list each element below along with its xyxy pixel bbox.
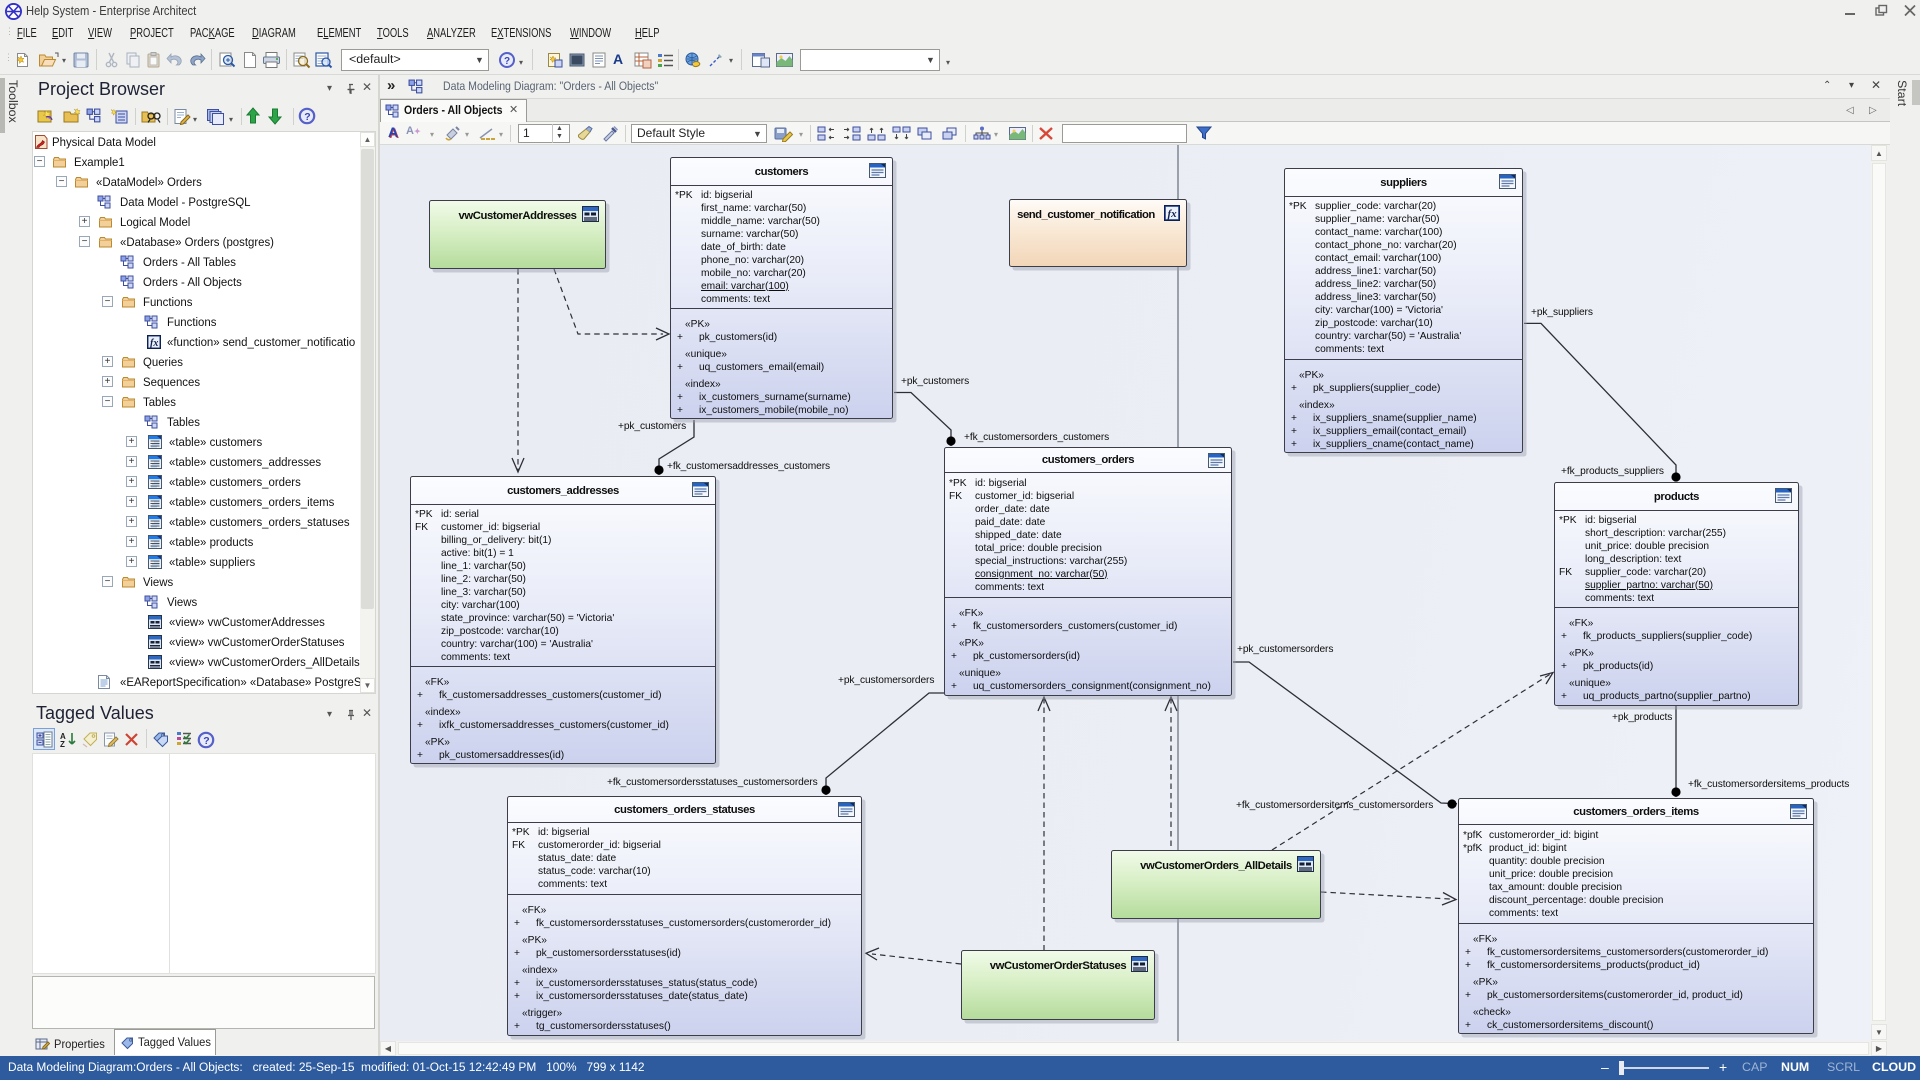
svg-text:Z: Z [60,740,65,748]
svg-text:fx: fx [1168,208,1178,220]
svg-text:?: ? [504,56,510,67]
svg-text:?: ? [203,735,209,747]
svg-text:fx: fx [150,338,158,349]
svg-text:?: ? [304,111,310,123]
